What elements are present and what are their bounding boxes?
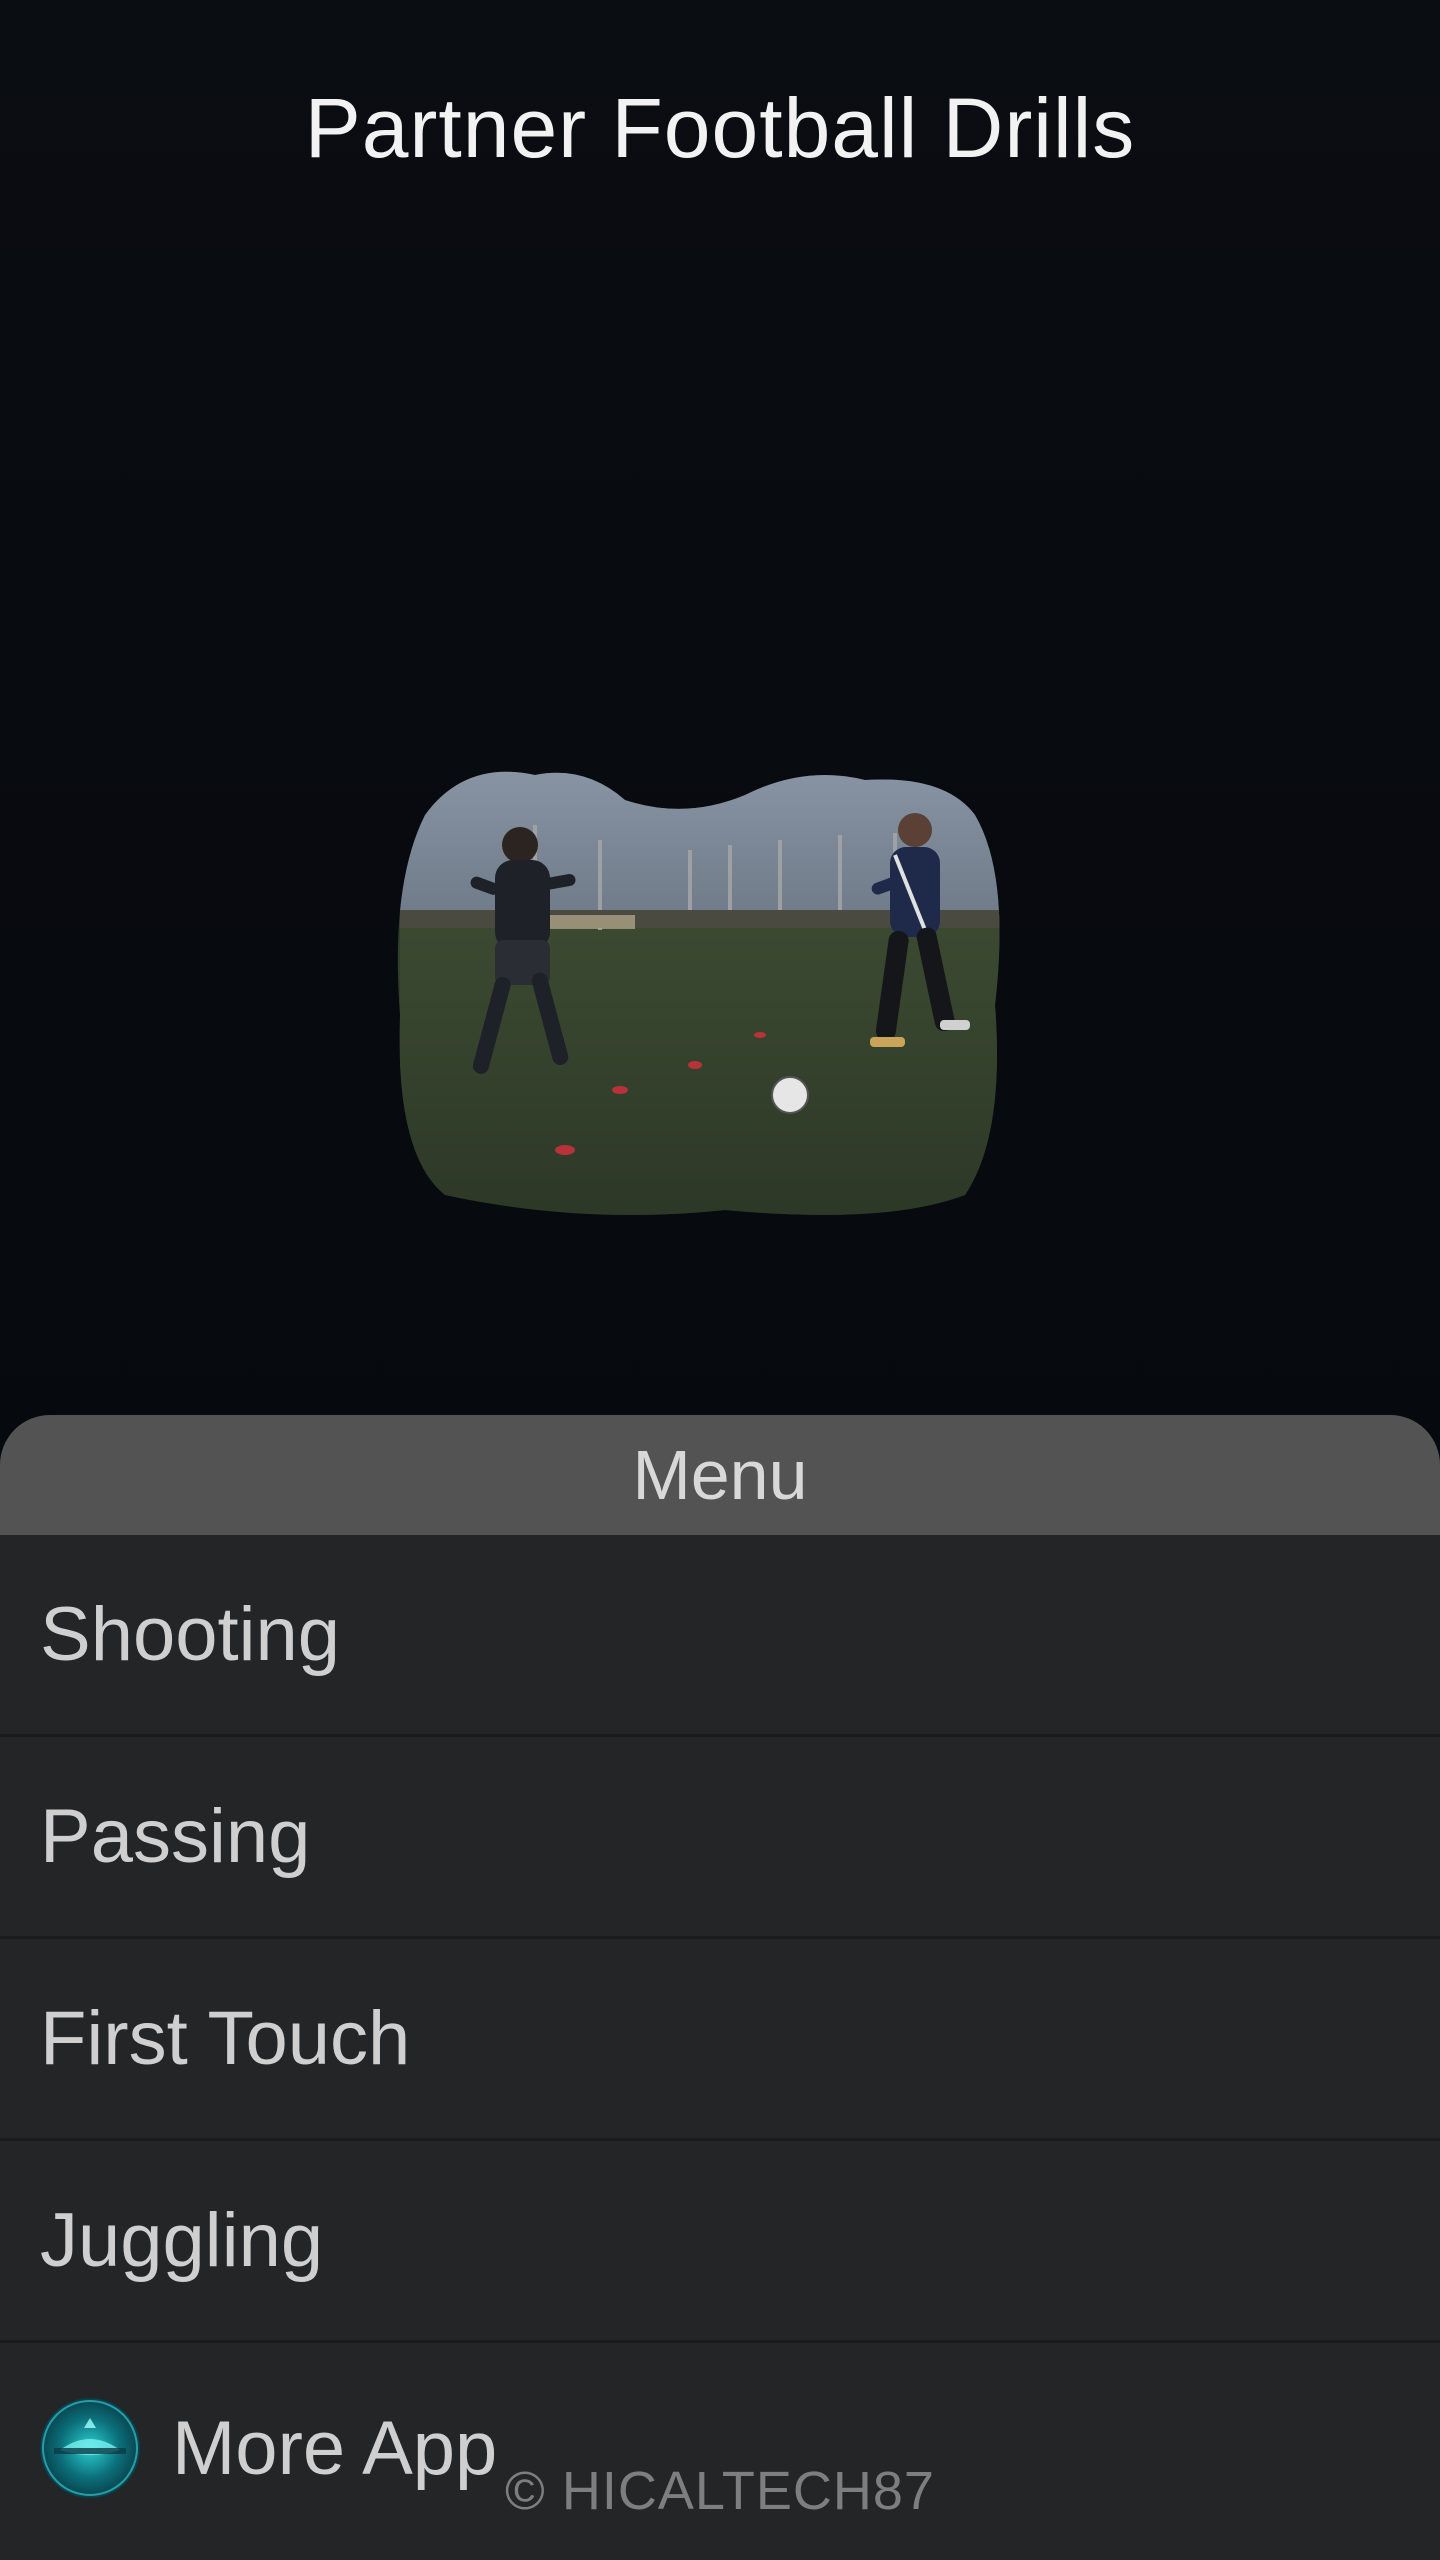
menu-item-passing[interactable]: Passing — [0, 1737, 1440, 1939]
app-screen: Partner Football Drills Menu Shooting Pa… — [0, 0, 1440, 2560]
menu-sheet: Menu Shooting Passing First Touch Juggli… — [0, 1415, 1440, 2560]
menu-header: Menu — [0, 1415, 1440, 1535]
menu-item-juggling[interactable]: Juggling — [0, 2141, 1440, 2343]
menu-item-more-app[interactable]: More App — [0, 2343, 1440, 2553]
hero-image — [385, 755, 1015, 1225]
menu-item-label: Passing — [40, 1794, 311, 1879]
app-logo-icon — [40, 2398, 140, 2498]
menu-item-label: More App — [172, 2405, 498, 2491]
menu-item-label: Shooting — [40, 1592, 341, 1677]
menu-item-label: Juggling — [40, 2198, 324, 2283]
menu-item-shooting[interactable]: Shooting — [0, 1535, 1440, 1737]
page-title: Partner Football Drills — [304, 81, 1136, 175]
menu-item-label: First Touch — [40, 1996, 411, 2081]
menu-item-first-touch[interactable]: First Touch — [0, 1939, 1440, 2141]
